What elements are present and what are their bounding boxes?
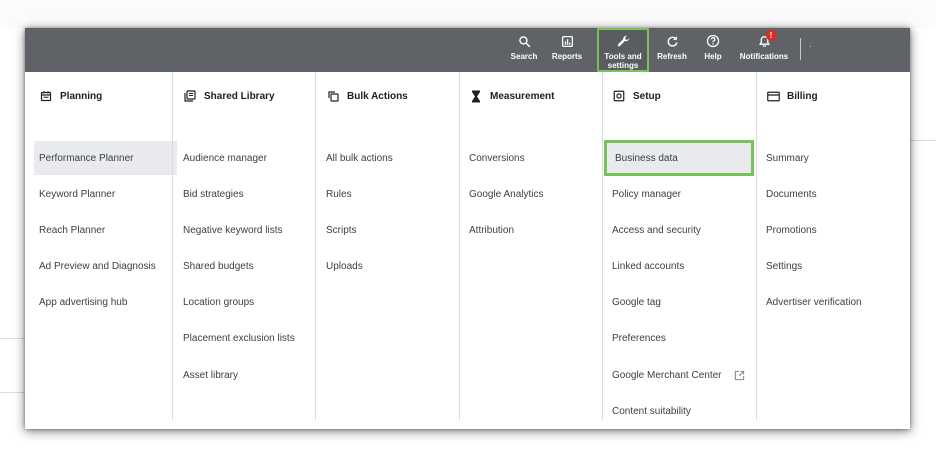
- reports-button[interactable]: Reports: [550, 28, 584, 72]
- setup-icon: [612, 89, 626, 103]
- notifications-button[interactable]: ! Notifications: [737, 28, 791, 72]
- menu-item-google-analytics[interactable]: Google Analytics: [455, 177, 602, 211]
- setup-title: Setup: [633, 90, 661, 102]
- planning-title: Planning: [60, 90, 103, 102]
- refresh-label: Refresh: [657, 52, 687, 61]
- shared-library-header: Shared Library: [183, 88, 275, 104]
- search-icon: [518, 31, 531, 51]
- menu-item-documents[interactable]: Documents: [752, 177, 910, 211]
- bulk-actions-header: Bulk Actions: [326, 88, 408, 104]
- menu-item-linked-accounts[interactable]: Linked accounts: [598, 249, 756, 283]
- notifications-label: Notifications: [739, 52, 789, 61]
- google-merchant-center-label: Google Merchant Center: [612, 369, 722, 381]
- menu-item-bid-strategies[interactable]: Bid strategies: [169, 177, 315, 211]
- menu-item-rules[interactable]: Rules: [312, 177, 459, 211]
- planning-column: Planning Performance Planner Keyword Pla…: [25, 72, 177, 429]
- menu-item-ad-preview[interactable]: Ad Preview and Diagnosis: [25, 249, 172, 283]
- menu-item-business-data[interactable]: Business data: [604, 140, 754, 176]
- menu-item-content-suitability[interactable]: Content suitability: [598, 394, 756, 428]
- menu-item-promotions[interactable]: Promotions: [752, 213, 910, 247]
- measurement-column: Measurement Conversions Google Analytics…: [455, 72, 602, 429]
- refresh-button[interactable]: Refresh: [655, 28, 689, 72]
- menu-item-performance-planner[interactable]: Performance Planner: [34, 141, 177, 175]
- toolbar-divider: [800, 38, 801, 60]
- menu-item-audience-manager[interactable]: Audience manager: [169, 141, 315, 175]
- tools-and-settings-label: Tools and settings: [604, 52, 642, 70]
- calendar-icon: [39, 89, 53, 103]
- menu-item-summary[interactable]: Summary: [752, 141, 910, 175]
- menu-item-keyword-planner[interactable]: Keyword Planner: [25, 177, 172, 211]
- bell-icon: !: [758, 30, 777, 51]
- menu-item-preferences[interactable]: Preferences: [598, 321, 756, 355]
- menu-item-uploads[interactable]: Uploads: [312, 249, 459, 283]
- menu-item-location-groups[interactable]: Location groups: [169, 285, 315, 319]
- help-button[interactable]: Help: [700, 28, 726, 72]
- measurement-title: Measurement: [490, 90, 555, 102]
- account-placeholder[interactable]: ·: [809, 42, 812, 51]
- measurement-header: Measurement: [469, 88, 554, 104]
- billing-title: Billing: [787, 90, 818, 102]
- menu-item-placement-exclusion-lists[interactable]: Placement exclusion lists: [169, 321, 315, 355]
- shared-library-column: Shared Library Audience manager Bid stra…: [169, 72, 315, 429]
- menu-item-reach-planner[interactable]: Reach Planner: [25, 213, 172, 247]
- menu-item-asset-library[interactable]: Asset library: [169, 358, 315, 392]
- library-icon: [183, 89, 197, 103]
- menu-item-google-tag[interactable]: Google tag: [598, 285, 756, 319]
- search-button[interactable]: Search: [509, 28, 539, 72]
- credit-card-icon: [766, 89, 780, 103]
- bulk-actions-column: Bulk Actions All bulk actions Rules Scri…: [312, 72, 459, 429]
- bulk-actions-title: Bulk Actions: [347, 90, 408, 102]
- menu-item-scripts[interactable]: Scripts: [312, 213, 459, 247]
- reports-icon: [561, 31, 574, 51]
- notification-badge: !: [765, 30, 777, 41]
- tools-settings-menu: Search Reports Tools and settings Refres…: [25, 28, 910, 429]
- menu-item-policy-manager[interactable]: Policy manager: [598, 177, 756, 211]
- wrench-icon: [616, 31, 631, 51]
- reports-label: Reports: [551, 52, 583, 61]
- top-toolbar: Search Reports Tools and settings Refres…: [25, 28, 910, 72]
- background-strip: [0, 0, 936, 28]
- background-edge: [0, 392, 25, 393]
- setup-column: Setup Business data Policy manager Acces…: [598, 72, 756, 429]
- tools-and-settings-button[interactable]: Tools and settings: [597, 28, 649, 72]
- help-icon: [706, 31, 720, 51]
- planning-header: Planning: [39, 88, 102, 104]
- background-edge: [0, 338, 25, 339]
- menu-item-advertiser-verification[interactable]: Advertiser verification: [752, 285, 910, 319]
- menu-item-google-merchant-center[interactable]: Google Merchant Center: [598, 358, 756, 392]
- menu-item-app-advertising-hub[interactable]: App advertising hub: [25, 285, 172, 319]
- menu-item-settings[interactable]: Settings: [752, 249, 910, 283]
- menu-item-shared-budgets[interactable]: Shared budgets: [169, 249, 315, 283]
- menu-item-negative-keyword-lists[interactable]: Negative keyword lists: [169, 213, 315, 247]
- hourglass-icon: [469, 89, 483, 103]
- billing-header: Billing: [766, 88, 818, 104]
- setup-header: Setup: [612, 88, 661, 104]
- search-label: Search: [510, 52, 538, 61]
- refresh-icon: [666, 31, 679, 51]
- bulk-copy-icon: [326, 89, 340, 103]
- open-in-new-icon: [734, 370, 745, 381]
- billing-column: Billing Summary Documents Promotions Set…: [752, 72, 910, 429]
- help-label: Help: [704, 52, 722, 61]
- menu-item-conversions[interactable]: Conversions: [455, 141, 602, 175]
- menu-item-access-and-security[interactable]: Access and security: [598, 213, 756, 247]
- shared-library-title: Shared Library: [204, 90, 275, 102]
- menu-item-attribution[interactable]: Attribution: [455, 213, 602, 247]
- menu-item-all-bulk-actions[interactable]: All bulk actions: [312, 141, 459, 175]
